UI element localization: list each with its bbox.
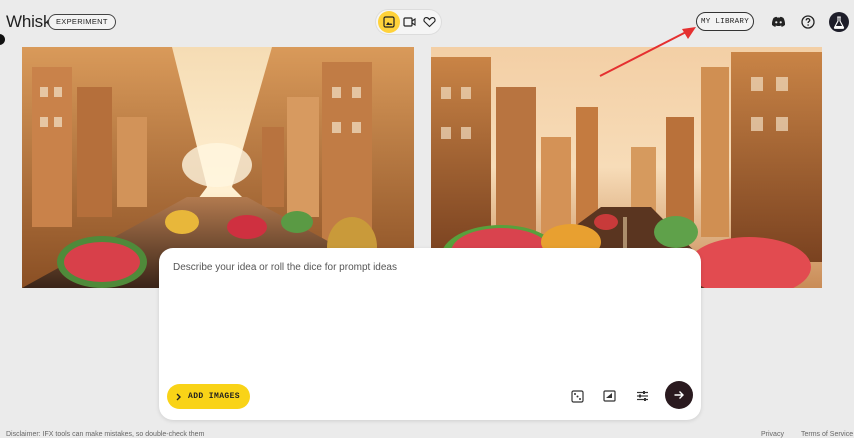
image-mode-icon: [383, 16, 395, 28]
discord-icon: [771, 16, 785, 27]
aspect-ratio-icon: [602, 390, 616, 402]
chevron-right-icon: [176, 393, 181, 400]
annotation-arrow: [599, 27, 696, 77]
app-logo[interactable]: Whisk: [6, 12, 51, 32]
experiment-badge: EXPERIMENT: [48, 14, 116, 30]
prompt-panel: ADD IMAGES: [159, 248, 701, 420]
labs-avatar-icon: [833, 15, 845, 29]
my-library-button[interactable]: MY LIBRARY: [696, 12, 754, 31]
submit-button[interactable]: [665, 381, 693, 409]
privacy-link[interactable]: Privacy: [761, 431, 784, 438]
video-mode-icon: [402, 17, 416, 27]
help-icon: [801, 15, 815, 29]
dice-icon: [570, 389, 584, 403]
image-mode-button[interactable]: [378, 11, 400, 33]
add-images-button[interactable]: ADD IMAGES: [167, 384, 251, 409]
labs-avatar[interactable]: [829, 12, 849, 32]
settings-button[interactable]: [631, 385, 653, 407]
disclaimer-text: Disclaimer: IFX tools can make mistakes,…: [6, 431, 205, 438]
discord-button[interactable]: [768, 12, 788, 32]
favorites-button[interactable]: [418, 11, 440, 33]
video-mode-button[interactable]: [398, 11, 420, 33]
edge-handle[interactable]: [0, 34, 5, 45]
favorites-icon: [422, 17, 436, 28]
add-images-label: ADD IMAGES: [188, 392, 241, 401]
prompt-input[interactable]: [171, 260, 675, 364]
dice-button[interactable]: [566, 385, 588, 407]
arrow-right-icon: [674, 391, 684, 399]
aspect-ratio-button[interactable]: [598, 385, 620, 407]
help-button[interactable]: [798, 12, 818, 32]
settings-sliders-icon: [636, 391, 648, 401]
terms-link[interactable]: Terms of Service: [801, 431, 853, 438]
mode-toggle: [375, 9, 442, 35]
